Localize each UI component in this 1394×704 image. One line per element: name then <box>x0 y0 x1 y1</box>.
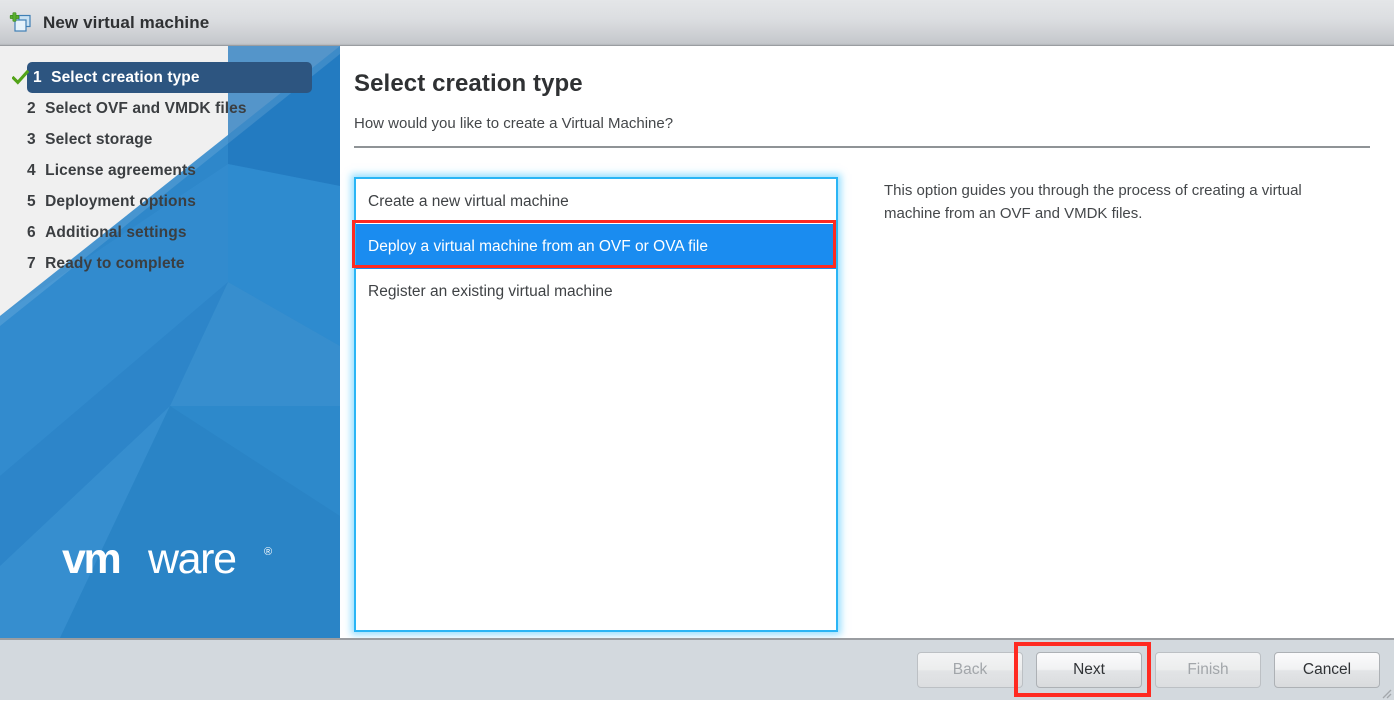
dialog-footer: Back Next Finish Cancel <box>0 638 1394 700</box>
option-create-new-vm[interactable]: Create a new virtual machine <box>356 179 836 224</box>
wizard-content: Select creation type How would you like … <box>340 46 1394 638</box>
check-icon <box>12 69 50 86</box>
sidebar-step-5-label: 5 Deployment options <box>27 192 196 210</box>
svg-text:vm: vm <box>62 538 120 583</box>
svg-text:ware: ware <box>147 538 236 583</box>
new-virtual-machine-dialog: New virtual machine 1 Select creation ty… <box>0 0 1394 700</box>
back-button[interactable]: Back <box>917 652 1023 688</box>
wizard-step-list: 1 Select creation type 2 Select OVF and … <box>0 62 340 279</box>
header-divider <box>354 146 1370 148</box>
page-title: Select creation type <box>354 70 583 97</box>
sidebar-step-3-label: 3 Select storage <box>27 130 153 148</box>
svg-text:®: ® <box>264 546 272 558</box>
next-button-slot: Next <box>1014 642 1151 697</box>
option-register-existing-vm[interactable]: Register an existing virtual machine <box>356 269 836 314</box>
option-deploy-from-ovf[interactable]: Deploy a virtual machine from an OVF or … <box>356 224 836 269</box>
sidebar-step-3[interactable]: 3 Select storage <box>0 124 340 155</box>
sidebar-step-4-label: 4 License agreements <box>27 161 196 179</box>
title-bar: New virtual machine <box>0 0 1394 46</box>
creation-type-listbox-wrapper: Create a new virtual machine Deploy a vi… <box>352 177 838 632</box>
sidebar-step-1-label: 1 Select creation type <box>33 68 200 86</box>
sidebar-step-1[interactable]: 1 Select creation type <box>12 62 312 93</box>
next-button[interactable]: Next <box>1036 652 1142 688</box>
dialog-body: 1 Select creation type 2 Select OVF and … <box>0 46 1394 638</box>
sidebar-step-5[interactable]: 5 Deployment options <box>0 186 340 217</box>
sidebar-step-7[interactable]: 7 Ready to complete <box>0 248 340 279</box>
page-subtitle: How would you like to create a Virtual M… <box>354 115 674 132</box>
sidebar-step-2[interactable]: 2 Select OVF and VMDK files <box>0 93 340 124</box>
option-description: This option guides you through the proce… <box>884 182 1302 222</box>
vmware-logo: vm ware ® <box>62 535 277 584</box>
content-panels: Create a new virtual machine Deploy a vi… <box>352 177 1372 632</box>
sidebar-step-7-label: 7 Ready to complete <box>27 254 185 272</box>
finish-button[interactable]: Finish <box>1155 652 1261 688</box>
wizard-sidebar: 1 Select creation type 2 Select OVF and … <box>0 46 340 638</box>
sidebar-step-4[interactable]: 4 License agreements <box>0 155 340 186</box>
new-virtual-machine-icon <box>9 11 33 35</box>
sidebar-step-6[interactable]: 6 Additional settings <box>0 217 340 248</box>
sidebar-step-6-label: 6 Additional settings <box>27 223 187 241</box>
sidebar-step-2-label: 2 Select OVF and VMDK files <box>27 99 247 117</box>
creation-type-listbox[interactable]: Create a new virtual machine Deploy a vi… <box>354 177 838 632</box>
resize-grip-icon[interactable] <box>1379 686 1392 699</box>
window-title: New virtual machine <box>43 12 210 32</box>
cancel-button[interactable]: Cancel <box>1274 652 1380 688</box>
